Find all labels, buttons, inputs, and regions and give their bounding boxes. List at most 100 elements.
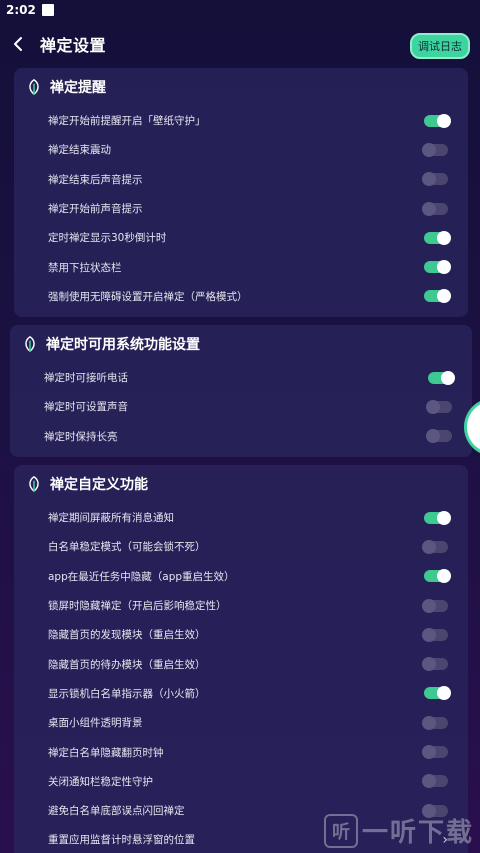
setting-label: 禅定时可接听电话 (44, 372, 128, 385)
setting-toggle[interactable] (428, 370, 455, 385)
setting-row[interactable]: 桌面小组件透明背景 (14, 708, 468, 737)
setting-row[interactable]: 显示锁机白名单指示器（小火箭） (14, 679, 468, 708)
setting-row[interactable]: 关闭通知栏稳定性守护 (14, 767, 468, 796)
toggle-knob (422, 142, 436, 157)
setting-label: 禁用下拉状态栏 (48, 261, 122, 274)
setting-row[interactable]: 禅定期间屏蔽所有消息通知 (14, 503, 468, 532)
setting-toggle[interactable] (426, 399, 452, 414)
setting-toggle[interactable] (422, 715, 448, 730)
toggle-knob (422, 774, 436, 789)
setting-label: 重置应用监督计时悬浮窗的位置 (48, 834, 195, 847)
setting-toggle[interactable] (422, 774, 448, 789)
setting-row[interactable]: 白名单稳定模式（可能会锁不死） (14, 532, 468, 561)
setting-toggle[interactable] (424, 510, 451, 525)
setting-label: 隐藏首页的发现模块（重启生效） (48, 629, 206, 642)
app-bar: 禅定设置 调试日志 (0, 20, 480, 68)
setting-row[interactable]: app在最近任务中隐藏（app重启生效） (14, 562, 468, 591)
toggle-knob (422, 598, 436, 613)
setting-toggle[interactable] (424, 113, 451, 128)
section-card-reminders: 禅定提醒禅定开始前提醒开启「壁纸守护」 禅定结束震动禅定结束后声音提示禅定开始前声… (14, 68, 468, 318)
setting-label: 禅定时可设置声音 (44, 401, 128, 414)
setting-row[interactable]: 禅定结束后声音提示 (14, 165, 468, 194)
watermark: 听 一听下载 (323, 812, 474, 849)
toggle-knob (437, 260, 451, 275)
setting-toggle[interactable] (424, 260, 451, 275)
setting-row[interactable]: 禅定结束震动 (14, 135, 468, 164)
setting-toggle[interactable] (422, 657, 448, 672)
section-header: 禅定提醒 (14, 68, 468, 106)
section-header: 禅定时可用系统功能设置 (10, 325, 472, 363)
toggle-knob (422, 201, 436, 216)
setting-row[interactable]: 禅定时保持长亮 (10, 422, 472, 451)
setting-row[interactable]: 禅定时可接听电话 (10, 363, 472, 392)
status-time: 2:02 (6, 3, 36, 17)
toggle-knob (437, 686, 451, 701)
setting-label: 关闭通知栏稳定性守护 (48, 775, 153, 788)
setting-toggle[interactable] (424, 686, 451, 701)
section-card-custom-functions: 禅定自定义功能禅定期间屏蔽所有消息通知白名单稳定模式（可能会锁不死） app在最近… (14, 465, 468, 853)
toggle-knob (437, 510, 451, 525)
toggle-knob (426, 429, 440, 444)
setting-row[interactable]: 强制使用无障碍设置开启禅定（严格模式） (14, 282, 468, 311)
setting-label: 禅定白名单隐藏翻页时钟 (48, 746, 164, 759)
toggle-knob (422, 627, 436, 642)
setting-toggle[interactable] (422, 201, 448, 216)
toggle-knob (437, 569, 451, 584)
section-title: 禅定提醒 (50, 80, 106, 96)
setting-toggle[interactable] (424, 289, 451, 304)
setting-row[interactable]: 禅定开始前提醒开启「壁纸守护」 (14, 106, 468, 135)
toggle-knob (437, 289, 451, 304)
setting-label: 锁屏时隐藏禅定（开启后影响稳定性） (48, 600, 227, 613)
toggle-knob (426, 399, 440, 414)
setting-label: 禅定结束后声音提示 (48, 173, 143, 186)
setting-row[interactable]: 禅定开始前声音提示 (14, 194, 468, 223)
setting-row[interactable]: 禅定时可设置声音 (10, 392, 472, 421)
setting-label: 禅定期间屏蔽所有消息通知 (48, 512, 174, 525)
toggle-knob (437, 113, 451, 128)
debug-log-button[interactable]: 调试日志 (410, 33, 470, 59)
back-arrow-icon[interactable] (12, 35, 30, 53)
setting-toggle[interactable] (422, 745, 448, 760)
setting-label: 白名单稳定模式（可能会锁不死） (48, 541, 206, 554)
setting-label: 桌面小组件透明背景 (48, 717, 143, 730)
setting-label: 隐藏首页的待办模块（重启生效） (48, 658, 206, 671)
setting-row[interactable]: 隐藏首页的发现模块（重启生效） (14, 620, 468, 649)
setting-label: app在最近任务中隐藏（app重启生效） (48, 570, 235, 583)
setting-toggle[interactable] (422, 539, 448, 554)
section-header: 禅定自定义功能 (14, 465, 468, 503)
notification-icon (41, 4, 54, 16)
setting-toggle[interactable] (424, 230, 451, 245)
setting-label: 禅定开始前提醒开启「壁纸守护」 (48, 115, 206, 128)
watermark-logo: 听 (323, 813, 358, 848)
section-card-system-functions: 禅定时可用系统功能设置 禅定时可接听电话 禅定时可设置声音 禅定时保持长亮 (10, 325, 472, 457)
toggle-knob (422, 657, 436, 672)
setting-label: 强制使用无障碍设置开启禅定（严格模式） (48, 290, 248, 303)
setting-label: 禅定时保持长亮 (44, 430, 118, 443)
toggle-knob (441, 370, 455, 385)
leaf-icon (24, 474, 44, 494)
section-title: 禅定自定义功能 (50, 477, 148, 493)
section-title: 禅定时可用系统功能设置 (46, 337, 200, 353)
setting-toggle[interactable] (422, 142, 448, 157)
setting-row[interactable]: 定时禅定显示30秒倒计时 (14, 223, 468, 252)
setting-toggle[interactable] (422, 627, 448, 642)
setting-row[interactable]: 禁用下拉状态栏 (14, 252, 468, 281)
status-bar: 2:02 (0, 0, 480, 20)
leaf-icon (24, 77, 44, 97)
leaf-icon (20, 334, 40, 354)
setting-label: 显示锁机白名单指示器（小火箭） (48, 687, 206, 700)
setting-toggle[interactable] (422, 598, 448, 613)
setting-toggle[interactable] (422, 172, 448, 187)
setting-row[interactable]: 锁屏时隐藏禅定（开启后影响稳定性） (14, 591, 468, 620)
watermark-text: 一听下载 (361, 818, 474, 848)
page-title: 禅定设置 (40, 36, 107, 55)
toggle-knob (422, 539, 436, 554)
setting-row[interactable]: 禅定白名单隐藏翻页时钟 (14, 737, 468, 766)
toggle-knob (422, 172, 436, 187)
setting-label: 避免白名单底部误点闪回禅定 (48, 805, 185, 818)
setting-row[interactable]: 隐藏首页的待办模块（重启生效） (14, 649, 468, 678)
setting-label: 禅定结束震动 (48, 144, 111, 157)
toggle-knob (422, 745, 436, 760)
setting-toggle[interactable] (424, 569, 451, 584)
setting-toggle[interactable] (426, 429, 452, 444)
